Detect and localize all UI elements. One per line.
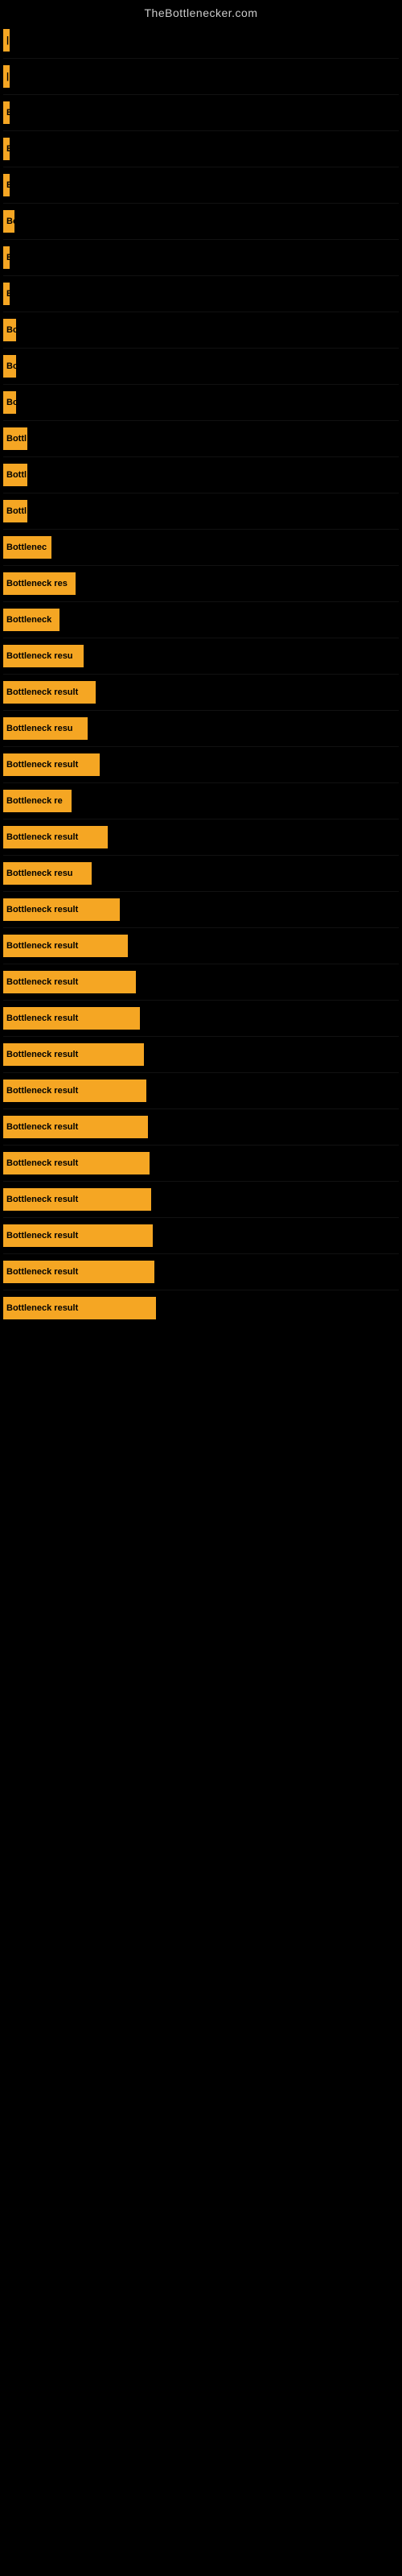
bar-row: Bottleneck [0,602,402,638]
bar-label: Bottleneck result [3,1188,151,1211]
bar-label: B [3,246,10,269]
bars-container: ||EBEBoBBBoBoBoBottlBottlBottlBottlenecB… [0,23,402,1326]
bar-label: Bottleneck result [3,1080,146,1102]
bar-label: Bottleneck result [3,1297,156,1319]
bar-label: Bo [3,319,16,341]
bar-label: E [3,174,10,196]
bar-row: Bo [0,349,402,384]
bar-row: E [0,167,402,203]
bar-row: Bottleneck result [0,747,402,782]
bar-row: Bottleneck result [0,675,402,710]
bar-row: Bottleneck result [0,928,402,964]
bar-label: Bo [3,391,16,414]
bar-label: Bottleneck result [3,681,96,704]
bar-label: Bottleneck [3,609,59,631]
bar-row: Bottleneck result [0,1182,402,1217]
bar-row: Bottleneck result [0,1037,402,1072]
bar-row: Bottleneck result [0,1146,402,1181]
bar-row: Bottleneck resu [0,711,402,746]
bar-label: Bottleneck result [3,935,128,957]
bar-label: B [3,283,10,305]
bar-row: Bottl [0,457,402,493]
bar-row: Bottl [0,421,402,456]
bar-label: Bottl [3,464,27,486]
bar-row: E [0,95,402,130]
bar-label: Bottleneck result [3,1152,150,1174]
bar-label: Bottl [3,500,27,522]
bar-row: Bottleneck result [0,1290,402,1326]
bar-label: Bottleneck res [3,572,76,595]
bar-label: Bottleneck re [3,790,72,812]
bar-row: Bottlenec [0,530,402,565]
bar-row: Bo [0,385,402,420]
bar-label: Bottleneck result [3,826,108,848]
page-container: TheBottlenecker.com ||EBEBoBBBoBoBoBottl… [0,0,402,1326]
bar-row: Bottleneck result [0,819,402,855]
bar-label: Bottleneck resu [3,645,84,667]
bar-label: Bottleneck result [3,1261,154,1283]
bar-row: Bottleneck result [0,1109,402,1145]
bar-label: Bottleneck result [3,753,100,776]
bar-row: Bottleneck result [0,1073,402,1108]
bar-label: Bo [3,355,16,378]
bar-label: | [3,29,10,52]
bar-row: Bottleneck result [0,964,402,1000]
bar-label: Bottleneck result [3,1043,144,1066]
bar-row: Bottleneck result [0,1218,402,1253]
bar-row: B [0,276,402,312]
bar-label: Bo [3,210,14,233]
bar-row: Bo [0,312,402,348]
bar-label: Bottleneck result [3,1224,153,1247]
bar-label: Bottleneck resu [3,862,92,885]
bar-row: | [0,59,402,94]
bar-label: Bottleneck result [3,1007,140,1030]
bar-row: Bottleneck resu [0,856,402,891]
bar-row: Bottleneck res [0,566,402,601]
bar-row: Bottleneck resu [0,638,402,674]
bar-label: Bottleneck result [3,898,120,921]
bar-label: Bottleneck result [3,1116,148,1138]
bar-label: E [3,101,10,124]
bar-row: Bottl [0,493,402,529]
bar-row: Bo [0,204,402,239]
bar-label: Bottleneck result [3,971,136,993]
bar-row: Bottleneck result [0,1001,402,1036]
bar-label: | [3,65,10,88]
bar-row: Bottleneck result [0,892,402,927]
bar-row: Bottleneck re [0,783,402,819]
bar-label: Bottl [3,427,27,450]
bar-row: | [0,23,402,58]
bar-label: B [3,138,10,160]
bar-row: Bottleneck result [0,1254,402,1290]
bar-row: B [0,240,402,275]
site-title: TheBottlenecker.com [0,0,402,23]
bar-row: B [0,131,402,167]
bar-label: Bottleneck resu [3,717,88,740]
bar-label: Bottlenec [3,536,51,559]
